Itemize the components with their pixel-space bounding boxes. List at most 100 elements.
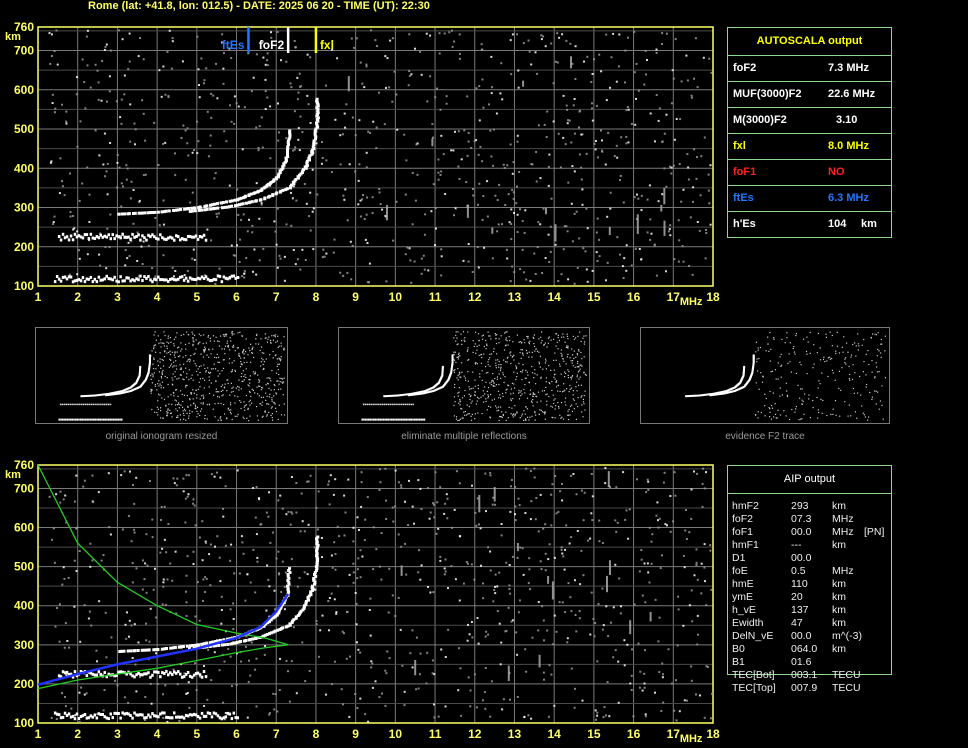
noise-point: [271, 531, 274, 534]
noise-point: [269, 157, 272, 160]
trace-point: [376, 403, 378, 406]
noise-point: [209, 144, 212, 147]
noise-point: [444, 193, 447, 195]
noise-point: [58, 603, 61, 606]
noise-point: [572, 390, 574, 392]
noise-point: [481, 370, 483, 372]
trace-point: [95, 716, 99, 720]
y-tick-label: 200: [14, 677, 34, 691]
noise-point: [197, 388, 199, 390]
aip-row: B1 01.6: [728, 656, 908, 669]
noise-point: [653, 244, 656, 247]
trace-point: [83, 713, 87, 716]
noise-point: [243, 272, 246, 275]
noise-point: [571, 362, 573, 364]
noise-point: [266, 382, 269, 384]
noise-point: [396, 128, 399, 131]
noise-point: [542, 671, 545, 674]
noise-point: [192, 343, 194, 345]
noise-point: [562, 391, 564, 393]
trace-point: [102, 393, 105, 396]
noise-point: [307, 103, 310, 106]
noise-point: [801, 388, 803, 390]
noise-point: [489, 715, 492, 718]
trace-point: [236, 276, 239, 279]
thumbnail-evidence-f2: [640, 327, 890, 424]
autoscala-row: ftEs 6.3 MHz: [728, 186, 891, 212]
noise-point: [408, 247, 411, 250]
noise-point: [137, 641, 140, 644]
trace-point: [395, 403, 397, 406]
noise-point: [548, 336, 550, 338]
noise-point: [151, 408, 153, 411]
noise-point: [455, 361, 457, 363]
noise-point: [297, 127, 300, 130]
noise-point: [423, 233, 426, 236]
noise-point: [212, 94, 215, 97]
noise-point: [575, 493, 578, 496]
noise-point: [686, 153, 689, 156]
noise-point: [151, 350, 153, 352]
noise-point: [474, 379, 476, 381]
noise-point: [760, 411, 762, 414]
x-tick-label: 10: [389, 727, 403, 741]
trace-point: [118, 390, 121, 393]
noise-point: [311, 210, 314, 213]
noise-point: [461, 340, 463, 342]
noise-point: [210, 92, 213, 95]
noise-point: [880, 343, 882, 345]
trace-point: [117, 712, 120, 715]
noise-point: [224, 345, 227, 347]
noise-point: [605, 279, 607, 282]
noise-point: [248, 379, 250, 381]
noise-point: [861, 405, 863, 407]
noise-point: [443, 567, 446, 570]
noise-point: [544, 413, 546, 415]
noise-point: [163, 331, 165, 333]
noise-point: [498, 183, 501, 186]
noise-point: [434, 96, 437, 99]
aip-param-name: hmE: [732, 578, 754, 590]
noise-point: [579, 376, 581, 378]
noise-point: [65, 110, 68, 113]
noise-point: [583, 403, 585, 405]
noise-point: [695, 472, 698, 475]
noise-point: [551, 406, 553, 408]
noise-point: [179, 364, 181, 366]
noise-point: [709, 544, 712, 547]
noise-point: [379, 203, 382, 206]
noise-point: [557, 132, 560, 135]
noise-point: [508, 384, 510, 387]
noise-point: [857, 349, 859, 351]
noise-point: [408, 33, 411, 36]
noise-point: [50, 717, 53, 719]
noise-point: [213, 363, 215, 365]
noise-point: [184, 410, 186, 412]
noise-point: [661, 554, 663, 557]
noise-point: [558, 339, 560, 342]
noise-point: [571, 410, 573, 412]
noise-point: [204, 542, 207, 545]
noise-point: [499, 663, 502, 666]
noise-point: [454, 207, 457, 210]
noise-point: [758, 357, 760, 360]
noise-point: [240, 361, 242, 363]
noise-point: [505, 337, 507, 339]
noise-point: [484, 635, 487, 638]
noise-point: [184, 178, 187, 181]
noise-point: [249, 375, 251, 377]
noise-point: [196, 581, 199, 584]
noise-point: [59, 490, 62, 493]
noise-point: [510, 398, 512, 400]
noise-point: [429, 591, 432, 594]
noise-point: [771, 370, 774, 372]
noise-point: [277, 550, 280, 553]
noise-point: [303, 571, 306, 574]
noise-point: [262, 415, 264, 417]
noise-point: [61, 180, 63, 183]
noise-point: [164, 93, 167, 96]
noise-point: [829, 331, 831, 333]
noise-point: [219, 580, 222, 583]
noise-point: [552, 394, 554, 396]
noise-point: [154, 411, 156, 413]
